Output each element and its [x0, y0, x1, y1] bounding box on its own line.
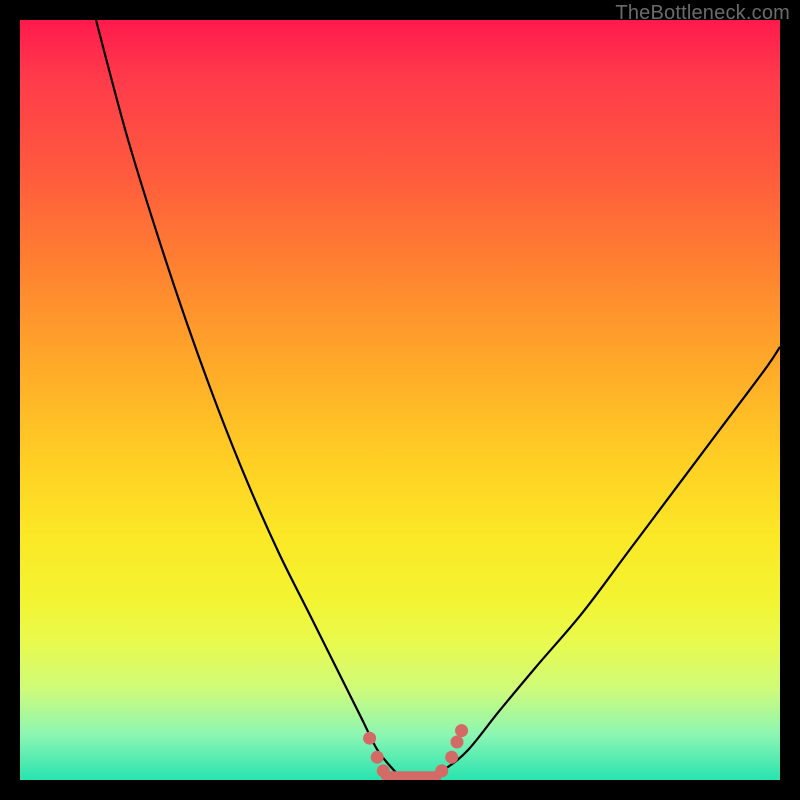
right-curve: [430, 347, 780, 776]
chart-frame: TheBottleneck.com: [0, 0, 800, 800]
valley-marker: [371, 751, 384, 764]
valley-marker: [363, 732, 376, 745]
left-curve: [96, 20, 400, 776]
valley-flat-bar: [381, 771, 442, 780]
watermark-text: TheBottleneck.com: [615, 2, 790, 25]
valley-marker: [445, 751, 458, 764]
chart-svg: [20, 20, 780, 780]
valley-marker: [451, 736, 464, 749]
plot-area: [20, 20, 780, 780]
valley-marker: [455, 724, 468, 737]
